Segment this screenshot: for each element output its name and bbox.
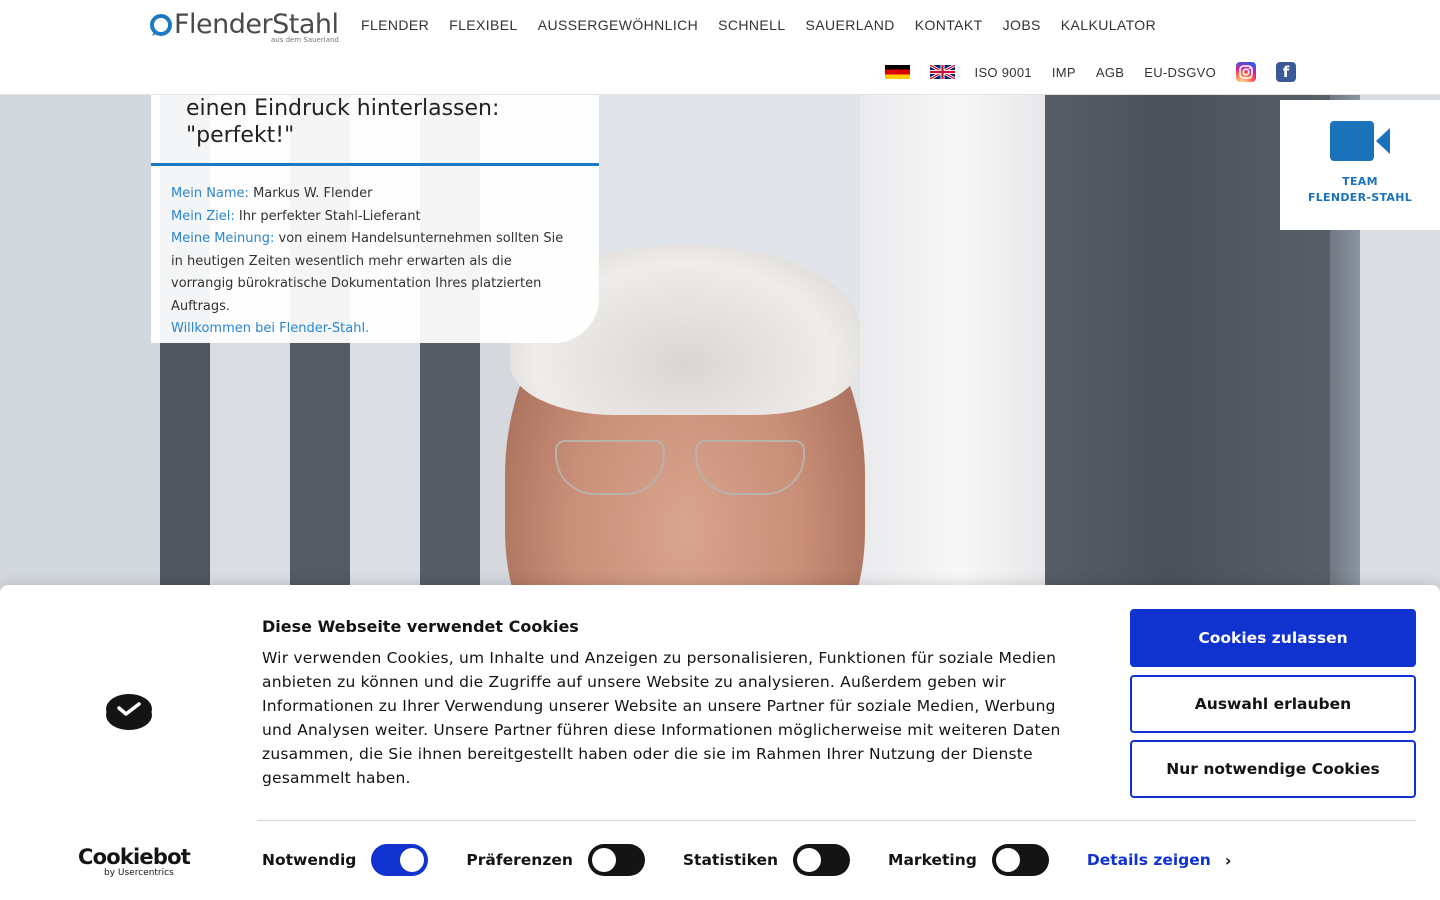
nav-agb[interactable]: AGB [1096, 65, 1124, 80]
card-body: Mein Name: Markus W. Flender Mein Ziel: … [171, 183, 571, 341]
facebook-icon[interactable]: f [1276, 62, 1296, 82]
video-camera-icon [1330, 121, 1390, 161]
nav-eu-dsgvo[interactable]: EU-DSGVO [1144, 65, 1216, 80]
goal-label: Mein Ziel: [171, 208, 235, 224]
nav-flexibel[interactable]: FLEXIBEL [449, 17, 518, 33]
nav-sauerland[interactable]: SAUERLAND [806, 17, 895, 33]
flenderstahl-logo[interactable]: FlenderStahl aus dem Sauerland [150, 10, 339, 44]
cookie-banner: Cookiebot by Usercentrics Diese Webseite… [0, 585, 1440, 900]
secondary-navigation: ISO 9001 IMP AGB EU-DSGVO f [865, 62, 1296, 82]
show-details-link[interactable]: Details zeigen [1087, 851, 1211, 869]
cookiebot-brand-sub: by Usercentrics [104, 868, 174, 878]
card-divider [151, 163, 599, 166]
nav-aussergewoehnlich[interactable]: AUSSERGEWÖHNLICH [538, 17, 698, 33]
instagram-icon[interactable] [1236, 62, 1256, 82]
nav-jobs[interactable]: JOBS [1003, 17, 1041, 33]
cookie-category-toggles: Notwendig Präferenzen Statistiken Market… [262, 844, 1231, 876]
welcome-text: Willkommen bei Flender-Stahl. [171, 321, 370, 336]
nav-imprint[interactable]: IMP [1052, 65, 1076, 80]
toggle-label-necessary: Notwendig [262, 851, 357, 869]
intro-card: einen Eindruck hinterlassen: "perfekt!" … [151, 95, 599, 343]
toggle-label-marketing: Marketing [888, 851, 977, 869]
logo-tagline: aus dem Sauerland [271, 36, 339, 44]
name-value: Markus W. Flender [253, 186, 373, 201]
nav-kalkulator[interactable]: KALKULATOR [1061, 17, 1156, 33]
toggle-label-preferences: Präferenzen [466, 851, 573, 869]
toggle-preferences[interactable] [587, 844, 645, 876]
cookie-divider [257, 820, 1416, 821]
cookie-title: Diese Webseite verwendet Cookies [262, 617, 579, 636]
card-quote: einen Eindruck hinterlassen: "perfekt!" [186, 96, 500, 148]
team-video-button[interactable]: TEAM FLENDER-STAHL [1280, 100, 1440, 230]
toggle-label-statistics: Statistiken [682, 851, 779, 869]
main-navigation: FLENDER FLEXIBEL AUSSERGEWÖHNLICH SCHNEL… [361, 17, 1176, 33]
german-flag-icon[interactable] [884, 65, 910, 79]
opinion-label: Meine Meinung: [171, 231, 275, 246]
nav-iso-9001[interactable]: ISO 9001 [975, 65, 1032, 80]
toggle-statistics[interactable] [793, 844, 851, 876]
logo-mark-icon [150, 14, 172, 36]
nav-flender[interactable]: FLENDER [361, 17, 429, 33]
team-label: TEAM FLENDER-STAHL [1307, 175, 1413, 204]
cookie-description: Wir verwenden Cookies, um Inhalte und An… [262, 649, 1061, 787]
chevron-right-icon[interactable]: › [1225, 851, 1232, 870]
nav-schnell[interactable]: SCHNELL [718, 17, 785, 33]
toggle-marketing[interactable] [991, 844, 1049, 876]
uk-flag-icon[interactable] [929, 65, 955, 79]
cookiebot-logo-icon [106, 694, 152, 730]
allow-selection-button[interactable]: Auswahl erlauben [1130, 675, 1416, 733]
cookiebot-brand[interactable]: Cookiebot [78, 845, 191, 869]
name-label: Mein Name: [171, 186, 249, 201]
goal-value: Ihr perfekter Stahl-Lieferant [238, 208, 421, 224]
nav-kontakt[interactable]: KONTAKT [915, 17, 983, 33]
allow-all-cookies-button[interactable]: Cookies zulassen [1130, 609, 1416, 667]
site-header: FlenderStahl aus dem Sauerland FLENDER F… [0, 0, 1440, 95]
toggle-necessary[interactable] [371, 844, 429, 876]
necessary-cookies-button[interactable]: Nur notwendige Cookies [1130, 740, 1416, 798]
